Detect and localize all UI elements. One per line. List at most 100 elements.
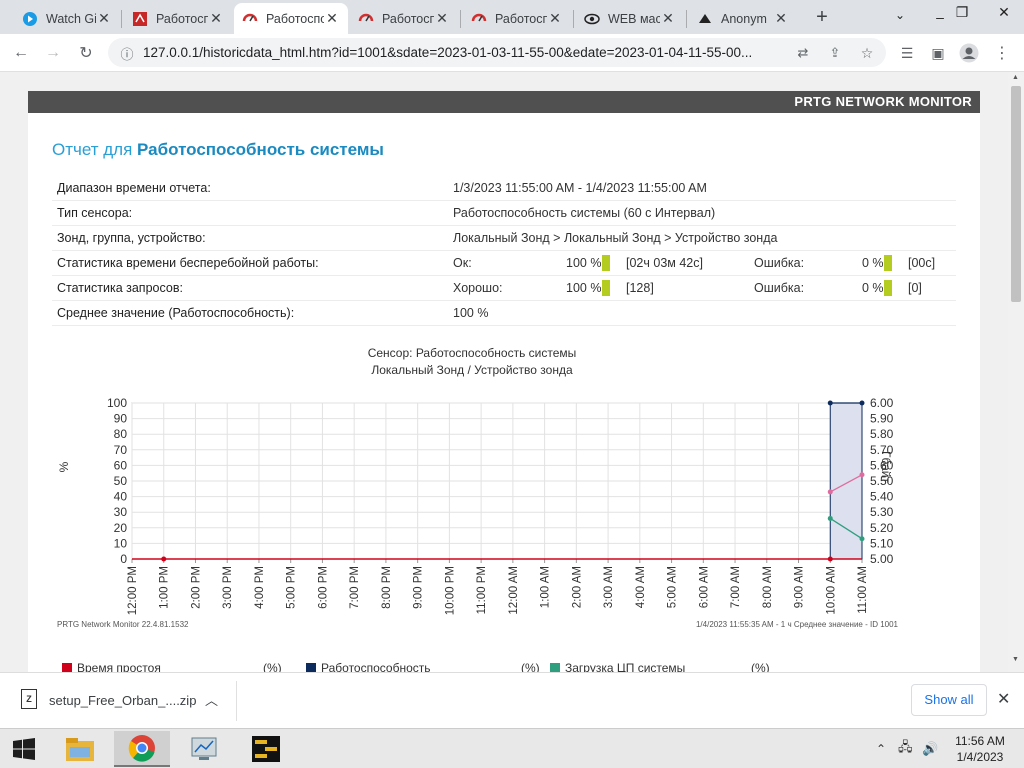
report-brand-bar: PRTG NETWORK MONITOR: [28, 91, 980, 113]
volume-icon[interactable]: 🔊: [922, 729, 938, 768]
tab-search-icon[interactable]: ⌄: [880, 8, 920, 22]
tab-title: Anonym: [721, 11, 767, 26]
page-title: Отчет для Работоспособность системы: [52, 140, 384, 160]
error-percent: 0 %: [862, 281, 884, 295]
window-close-icon[interactable]: ✕: [984, 4, 1024, 21]
error-label: Ошибка:: [754, 281, 805, 295]
page-scrollbar[interactable]: ▲ ▼: [1008, 72, 1024, 672]
translate-icon[interactable]: ⇄: [792, 42, 814, 64]
error-percent: 0 %: [862, 256, 884, 270]
y-tick-label: 70: [114, 443, 128, 457]
legend-unit: (%): [751, 661, 770, 672]
good-label: Хорошо:: [453, 281, 503, 295]
forward-arrow-icon[interactable]: →: [42, 42, 64, 64]
ok-label: Ок:: [453, 256, 472, 270]
tab-divider: [121, 10, 122, 28]
y2-tick-label: 5.70: [870, 443, 894, 457]
x-tick-label: 12:00 PM: [127, 566, 139, 615]
close-icon[interactable]: ✕: [547, 10, 563, 27]
x-tick-label: 1:00 PM: [159, 566, 171, 609]
y-tick-label: 10: [114, 536, 128, 550]
eye-icon: [584, 11, 600, 27]
menu-kebab-icon[interactable]: ⋮: [991, 42, 1013, 64]
close-icon[interactable]: ✕: [997, 689, 1010, 709]
bookmark-star-icon[interactable]: ☆: [856, 42, 878, 64]
tab-4[interactable]: Работоспособность ✕: [350, 3, 458, 34]
good-count: [128]: [626, 281, 654, 295]
legend-unit: (%): [521, 661, 540, 672]
row-value: 1/3/2023 11:55:00 AM - 1/4/2023 11:55:00…: [453, 181, 707, 195]
close-icon[interactable]: ✕: [208, 10, 224, 27]
info-icon[interactable]: ⓘ: [116, 42, 138, 64]
scroll-up-arrow-icon[interactable]: ▲: [1012, 74, 1019, 81]
scroll-down-arrow-icon[interactable]: ▼: [1012, 656, 1019, 663]
network-icon[interactable]: 🖧: [898, 729, 913, 768]
row-label: Тип сенсора:: [57, 206, 133, 220]
series-point: [859, 400, 865, 406]
show-all-button[interactable]: Show all: [911, 684, 987, 716]
stats-table: Диапазон времени отчета: 1/3/2023 11:55:…: [52, 176, 956, 326]
reload-icon[interactable]: ↻: [75, 42, 97, 64]
legend-swatch: [62, 663, 72, 672]
system-clock[interactable]: 11:56 AM 1/4/2023: [942, 733, 1018, 765]
play-icon: [22, 11, 38, 27]
close-icon[interactable]: ✕: [773, 10, 789, 27]
tab-1[interactable]: Watch Gi ✕: [14, 3, 120, 34]
windows-start-icon[interactable]: [0, 729, 48, 768]
x-tick-label: 12:00 AM: [508, 566, 520, 615]
chevron-up-icon[interactable]: ︿: [205, 690, 218, 709]
row-label: Статистика времени бесперебойной работы:: [57, 256, 319, 270]
tab-6[interactable]: WEB мастер ✕: [576, 3, 684, 34]
chrome-icon[interactable]: [114, 731, 170, 767]
tab-7[interactable]: Anonym ✕: [689, 3, 797, 34]
tab-3-active[interactable]: Работоспособность ✕: [234, 3, 348, 34]
title-prefix: Отчет для: [52, 140, 133, 159]
series-point: [827, 400, 833, 406]
legend-item: Загрузка ЦП системы: [550, 661, 685, 672]
x-tick-label: 8:00 AM: [762, 566, 774, 608]
tab-5[interactable]: Работоспособность ✕: [463, 3, 571, 34]
monitor-app-icon[interactable]: [176, 731, 232, 767]
good-percent: 100 %: [566, 281, 602, 295]
stats-row-sensor-type: Тип сенсора: Работоспособность системы (…: [52, 201, 956, 226]
stats-row-average: Среднее значение (Работоспособность): 10…: [52, 301, 956, 326]
close-icon[interactable]: ✕: [324, 10, 340, 27]
share-icon[interactable]: ⇪: [824, 42, 846, 64]
stats-row-uptime: Статистика времени бесперебойной работы:…: [52, 251, 956, 276]
y-tick-label: 50: [114, 474, 128, 488]
restore-icon[interactable]: ❐: [942, 4, 982, 21]
legend-swatch: [306, 663, 316, 672]
side-panel-icon[interactable]: ▣: [927, 42, 949, 64]
series-point: [827, 515, 833, 521]
tray-overflow-icon[interactable]: ⌃: [876, 729, 886, 768]
legend-unit: (%): [263, 661, 282, 672]
scroll-thumb[interactable]: [1011, 86, 1021, 302]
close-icon[interactable]: ✕: [96, 10, 112, 27]
tab-title: Работоспособность: [382, 11, 434, 26]
y2-tick-label: 5.10: [870, 536, 894, 550]
terminal-app-icon[interactable]: [238, 731, 294, 767]
file-explorer-icon[interactable]: [52, 731, 108, 767]
row-label: Зонд, группа, устройство:: [57, 231, 206, 245]
url-text[interactable]: 127.0.0.1/historicdata_html.htm?id=1001&…: [143, 45, 752, 60]
reading-list-icon[interactable]: ☰: [896, 42, 918, 64]
download-filename[interactable]: setup_Free_Orban_....zip: [49, 693, 196, 708]
good-bar: [602, 280, 610, 296]
x-tick-label: 2:00 PM: [190, 566, 202, 609]
error-bar: [884, 255, 892, 271]
x-tick-label: 3:00 PM: [222, 566, 234, 609]
series-point: [827, 556, 833, 562]
stats-row-probe: Зонд, группа, устройство: Локальный Зонд…: [52, 226, 956, 251]
address-bar[interactable]: ⓘ 127.0.0.1/historicdata_html.htm?id=100…: [108, 38, 886, 67]
close-icon[interactable]: ✕: [434, 10, 450, 27]
new-tab-button[interactable]: +: [812, 6, 832, 28]
close-icon[interactable]: ✕: [660, 10, 676, 27]
profile-avatar-icon[interactable]: [958, 42, 980, 64]
y-tick-label: 20: [114, 521, 128, 535]
chart-subtitle: Локальный Зонд / Устройство зонда: [371, 363, 573, 377]
tab-2[interactable]: Работоспособность ✕: [124, 3, 232, 34]
y2-tick-label: 5.40: [870, 490, 894, 504]
zip-file-icon[interactable]: Z: [21, 689, 37, 709]
clock-time: 11:56 AM: [955, 734, 1005, 748]
back-arrow-icon[interactable]: ←: [10, 42, 32, 64]
